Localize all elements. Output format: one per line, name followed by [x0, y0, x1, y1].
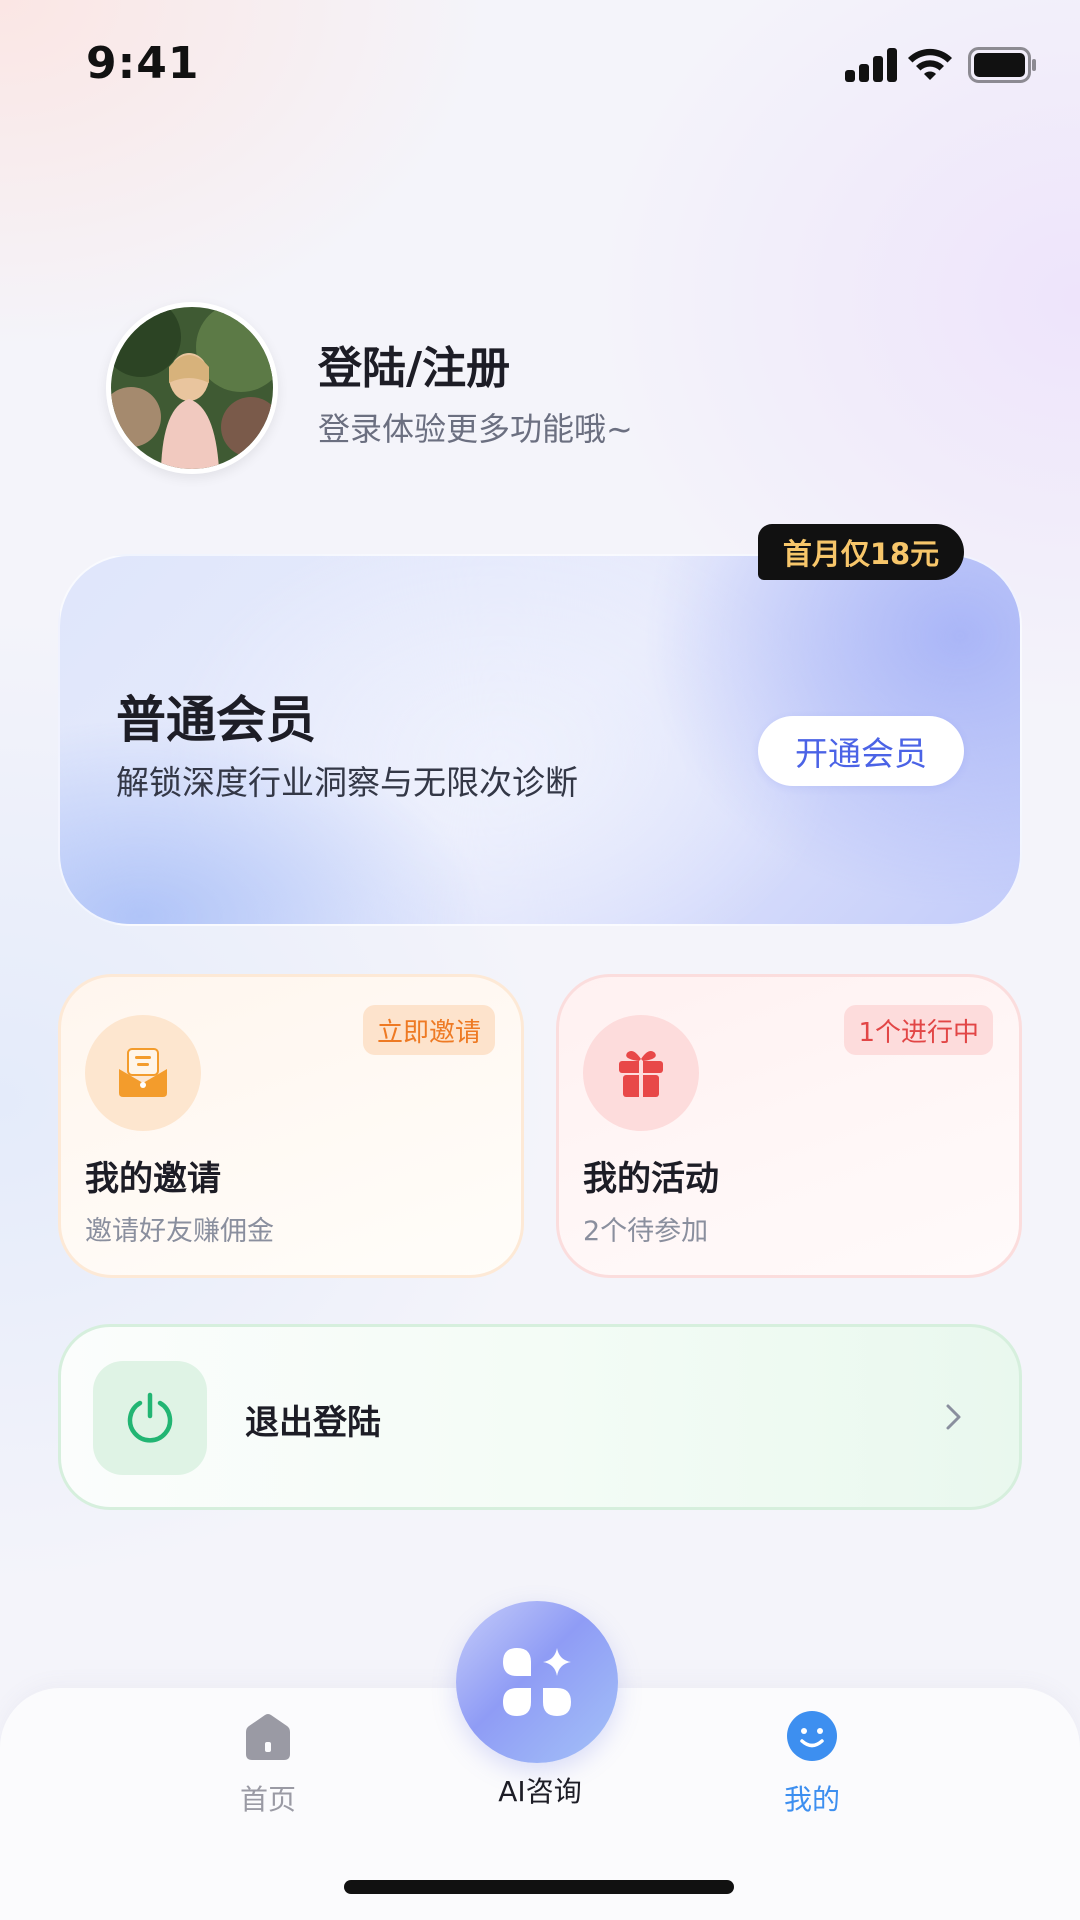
promo-tag: 首月仅18元	[758, 524, 964, 580]
my-invite-title: 我的邀请	[85, 1159, 221, 1199]
clover-sparkle-icon	[503, 1648, 571, 1716]
cellular-signal-icon	[845, 48, 897, 82]
invite-now-badge[interactable]: 立即邀请	[362, 1005, 495, 1055]
login-register-title[interactable]: 登陆/注册	[318, 332, 510, 396]
logout-icon-wrap	[93, 1361, 207, 1475]
chevron-right-icon	[946, 1404, 961, 1430]
tab-mine[interactable]: 我的	[762, 1708, 862, 1818]
membership-subtitle: 解锁深度行业洞察与无限次诊断	[116, 763, 578, 802]
avatar[interactable]	[106, 302, 278, 474]
my-activity-card[interactable]: 1个进行中 我的活动 2个待参加	[556, 974, 1022, 1278]
membership-title: 普通会员	[116, 691, 316, 749]
my-activity-subtitle: 2个待参加	[583, 1216, 709, 1247]
in-progress-badge: 1个进行中	[844, 1005, 993, 1055]
tab-home-label: 首页	[239, 1783, 296, 1816]
gift-icon	[619, 1051, 663, 1097]
invite-icon-wrap	[85, 1015, 201, 1131]
logout-row[interactable]: 退出登陆	[58, 1324, 1022, 1510]
tab-mine-label: 我的	[783, 1783, 840, 1816]
ai-consult-button[interactable]	[456, 1601, 618, 1763]
login-subtitle: 登录体验更多功能哦~	[318, 410, 633, 448]
status-bar: 9:41	[0, 0, 1080, 130]
ai-consult-label: AI咨询	[498, 1775, 582, 1808]
status-time: 9:41	[86, 38, 200, 89]
battery-icon	[968, 47, 1036, 83]
my-activity-title: 我的活动	[583, 1159, 719, 1199]
tab-home[interactable]: 首页	[218, 1708, 318, 1818]
my-invite-card[interactable]: 立即邀请 我的邀请 邀请好友赚佣金	[58, 974, 524, 1278]
smile-icon	[787, 1711, 837, 1761]
avatar-photo	[111, 307, 273, 469]
open-membership-button[interactable]: 开通会员	[758, 716, 964, 786]
wifi-icon	[908, 48, 952, 80]
my-invite-subtitle: 邀请好友赚佣金	[85, 1216, 274, 1247]
home-indicator	[344, 1880, 734, 1894]
envelope-icon	[119, 1048, 167, 1097]
home-icon	[246, 1714, 290, 1760]
activity-icon-wrap	[583, 1015, 699, 1131]
power-icon	[127, 1392, 173, 1443]
logout-label: 退出登陆	[245, 1403, 381, 1443]
